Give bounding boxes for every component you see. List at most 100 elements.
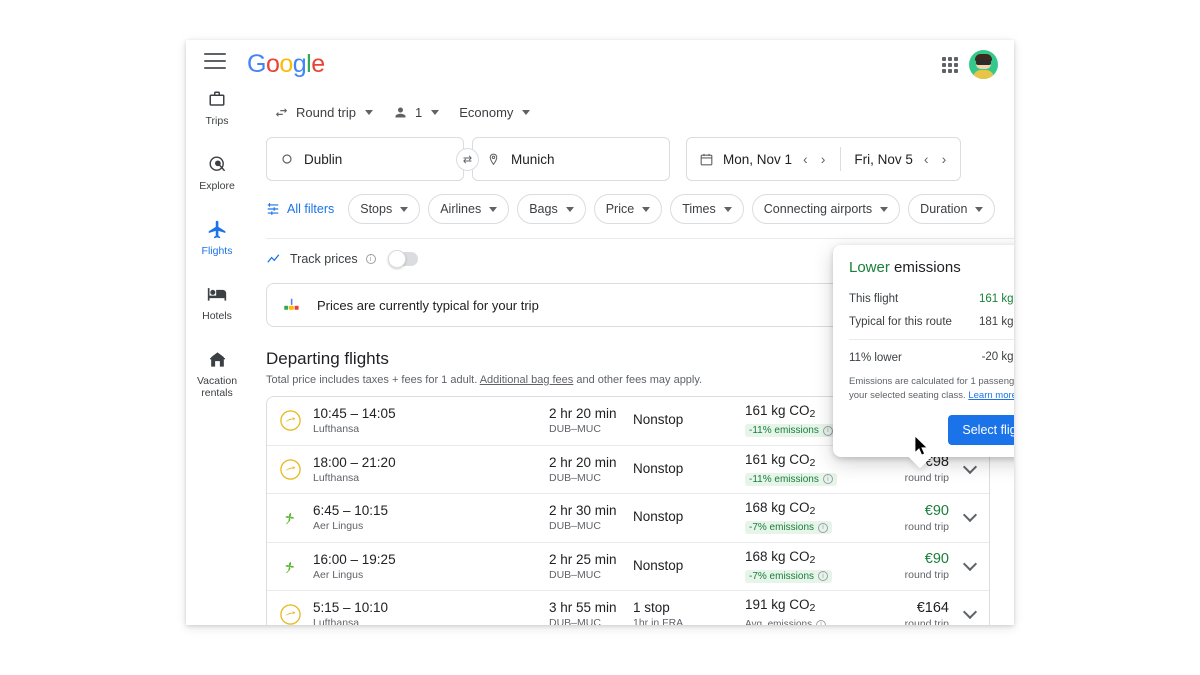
emissions-subscript: 2	[810, 505, 816, 517]
expand-flight-chevron-icon[interactable]	[963, 557, 977, 571]
filter-chips-bar: All filters Stops Airlines Bags Price Ti…	[266, 194, 1014, 224]
departure-date-prev-icon[interactable]: ‹	[801, 151, 810, 167]
filter-chip-duration[interactable]: Duration	[908, 194, 995, 224]
flight-stops-cell: Nonstop	[633, 412, 745, 429]
flight-route: DUB–MUC	[549, 472, 633, 484]
additional-bag-fees-link[interactable]: Additional bag fees	[480, 374, 574, 386]
flight-duration: 2 hr 20 min	[549, 455, 633, 470]
popup-header: Lower emissions ✕	[833, 245, 1014, 288]
popup-row-this-flight: This flight 161 kg CO2	[833, 288, 1014, 311]
chevron-down-icon	[400, 207, 408, 212]
filter-chip-airlines[interactable]: Airlines	[428, 194, 509, 224]
sidebar-item-hotels[interactable]: Hotels	[186, 283, 248, 322]
info-icon[interactable]: i	[816, 620, 826, 625]
info-icon[interactable]: i	[818, 571, 828, 581]
flight-times: 18:00 – 21:20	[313, 455, 549, 470]
return-date-next-icon[interactable]: ›	[940, 151, 949, 167]
flight-price-cell: €90 round trip	[861, 551, 957, 581]
sidebar-item-explore[interactable]: Explore	[186, 153, 248, 192]
filter-chip-stops[interactable]: Stops	[348, 194, 420, 224]
row-value: 161 kg CO2	[979, 293, 1014, 306]
table-row[interactable]: 5:15 – 10:10 Lufthansa 3 hr 55 min DUB–M…	[267, 591, 989, 625]
sidebar-item-trips[interactable]: Trips	[186, 88, 248, 127]
chevron-down-icon	[431, 110, 439, 115]
apps-grid-icon[interactable]	[942, 57, 958, 73]
learn-more-link[interactable]: Learn more	[968, 390, 1014, 401]
flight-emissions-cell: 161 kg CO2 -11% emissionsi	[745, 452, 861, 487]
flight-stops-cell: Nonstop	[633, 558, 745, 575]
info-icon[interactable]: i	[823, 474, 833, 484]
flight-airline: Lufthansa	[313, 472, 549, 484]
flight-stops: Nonstop	[633, 509, 745, 524]
row-label: Typical for this route	[849, 316, 952, 328]
filter-chip-bags[interactable]: Bags	[517, 194, 586, 224]
flight-airline: Aer Lingus	[313, 520, 549, 532]
sidebar-item-vacation-rentals[interactable]: Vacation rentals	[186, 348, 248, 399]
departure-date-segment[interactable]: Mon, Nov 1 ‹ ›	[723, 151, 827, 167]
sidebar-item-flights[interactable]: Flights	[186, 218, 248, 257]
flight-price-sub: round trip	[861, 472, 949, 484]
flight-price-sub: round trip	[861, 521, 949, 533]
popup-row-typical: Typical for this route 181 kg CO2	[833, 311, 1014, 334]
flight-emissions: 168 kg CO2	[745, 500, 861, 517]
search-form: Dublin ⇄ Munich Mon, Nov 1 ‹ › F	[266, 137, 1014, 181]
passengers-selector[interactable]: 1	[385, 100, 447, 125]
destination-input[interactable]: Munich	[473, 137, 669, 181]
table-row[interactable]: 16:00 – 19:25 Aer Lingus 2 hr 25 min DUB…	[267, 543, 989, 592]
filter-chip-price[interactable]: Price	[594, 194, 662, 224]
trip-type-selector[interactable]: Round trip	[266, 100, 381, 125]
return-date-segment[interactable]: Fri, Nov 5 ‹ ›	[854, 151, 948, 167]
info-icon[interactable]: i	[366, 254, 376, 264]
subtitle-part1: Total price includes taxes + fees for 1 …	[266, 374, 480, 386]
return-date-value: Fri, Nov 5	[854, 152, 913, 167]
flight-airline: Aer Lingus	[313, 569, 549, 581]
lufthansa-logo	[279, 409, 313, 432]
date-divider	[840, 147, 841, 171]
chip-label: Connecting airports	[764, 202, 872, 216]
chip-label: Bags	[529, 202, 558, 216]
departure-date-next-icon[interactable]: ›	[819, 151, 828, 167]
origin-box[interactable]: Dublin	[266, 137, 464, 181]
filter-chip-times[interactable]: Times	[670, 194, 744, 224]
select-flight-button[interactable]: Select flight	[948, 415, 1014, 445]
flight-price-cell: €164 round trip	[861, 600, 957, 625]
popup-title-rest: emissions	[890, 259, 961, 276]
user-avatar[interactable]	[969, 50, 998, 79]
location-pin-icon	[487, 153, 500, 166]
expand-flight-chevron-icon[interactable]	[963, 605, 977, 619]
chip-label: Times	[682, 202, 716, 216]
row-value-text: 181 kg CO	[979, 316, 1014, 328]
cabin-class-selector[interactable]: Economy	[451, 100, 538, 125]
hotels-icon	[207, 283, 227, 305]
info-icon[interactable]: i	[818, 523, 828, 533]
emissions-subscript: 2	[810, 457, 816, 469]
flight-time-cell: 6:45 – 10:15 Aer Lingus	[313, 503, 549, 532]
flight-duration-cell: 2 hr 20 min DUB–MUC	[549, 406, 633, 435]
date-range-picker[interactable]: Mon, Nov 1 ‹ › Fri, Nov 5 ‹ ›	[686, 137, 961, 181]
flight-airline: Lufthansa	[313, 617, 549, 625]
cabin-class-label: Economy	[459, 105, 513, 120]
expand-flight-chevron-icon[interactable]	[963, 460, 977, 474]
origin-value: Dublin	[304, 152, 342, 167]
hamburger-menu-icon[interactable]	[204, 53, 226, 71]
track-prices-toggle[interactable]	[388, 252, 418, 266]
emissions-badge: -11% emissionsi	[745, 473, 837, 486]
table-row[interactable]: 6:45 – 10:15 Aer Lingus 2 hr 30 min DUB–…	[267, 494, 989, 543]
info-icon[interactable]: i	[823, 426, 833, 436]
all-filters-button[interactable]: All filters	[266, 202, 340, 216]
chevron-down-icon	[489, 207, 497, 212]
sidebar-nav: Trips Explore Flights Hotels Vacation re	[186, 88, 248, 425]
swap-origin-destination-button[interactable]: ⇄	[456, 148, 479, 171]
expand-flight-chevron-icon[interactable]	[963, 508, 977, 522]
return-date-prev-icon[interactable]: ‹	[922, 151, 931, 167]
emissions-value: 161 kg CO	[745, 452, 810, 467]
price-chart-icon	[283, 297, 303, 313]
chevron-down-icon	[975, 207, 983, 212]
origin-input[interactable]: Dublin	[267, 137, 463, 181]
emissions-badge-label: -7% emissions	[749, 522, 814, 533]
filter-chip-connecting-airports[interactable]: Connecting airports	[752, 194, 900, 224]
flight-emissions-cell: 168 kg CO2 -7% emissions i	[745, 500, 861, 535]
sidebar-item-label: Flights	[202, 245, 233, 257]
destination-box[interactable]: Munich	[472, 137, 670, 181]
track-prices-label: Track prices	[290, 252, 358, 266]
